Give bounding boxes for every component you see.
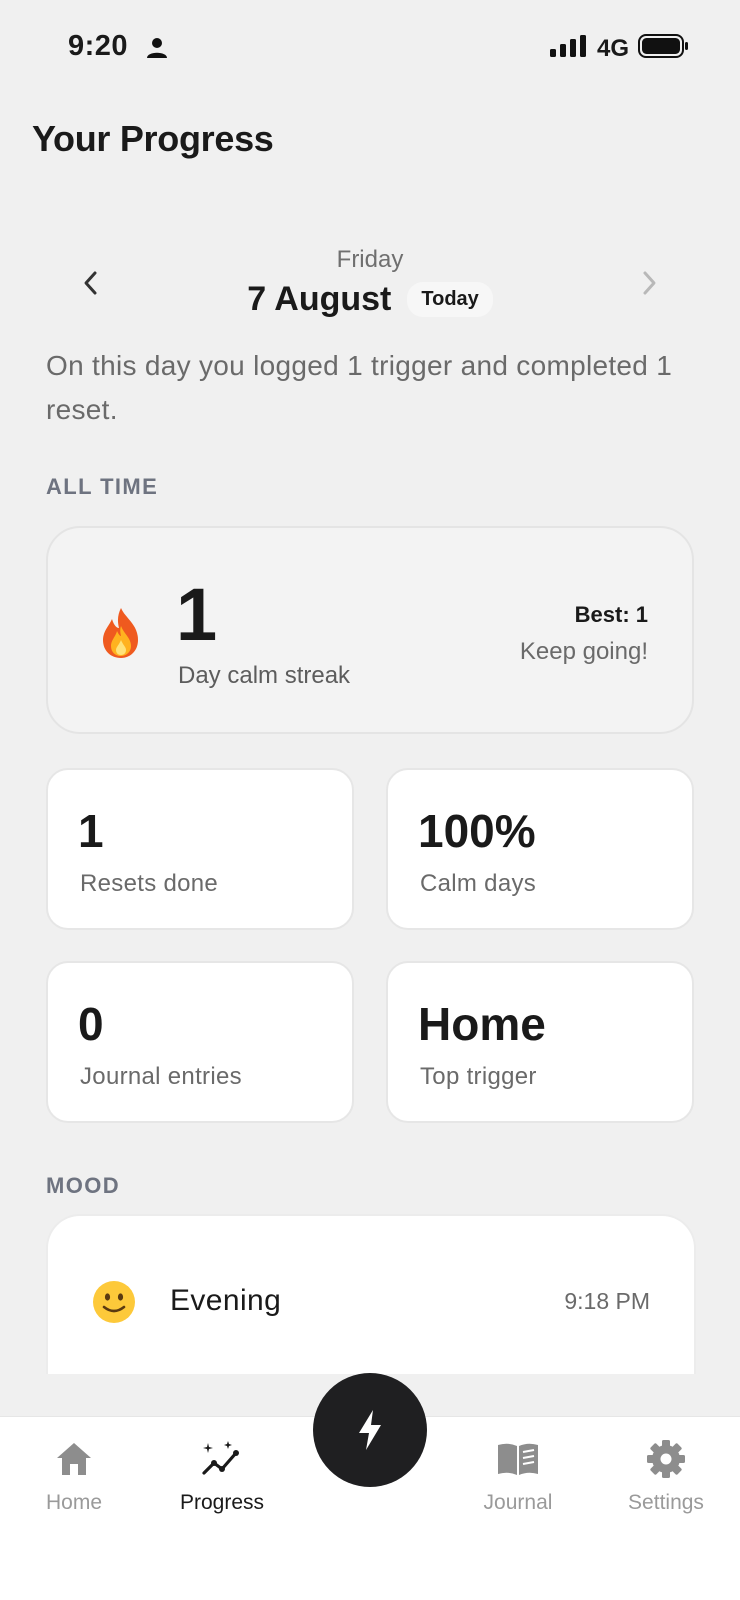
house-icon <box>4 1437 144 1481</box>
person-icon <box>146 37 168 64</box>
stat-label: Calm days <box>420 870 537 897</box>
stat-card-resets: 1 Resets done <box>46 768 354 930</box>
stat-card-journal-entries: 0 Journal entries <box>46 961 354 1123</box>
date-row: 7 August Today <box>0 280 740 319</box>
status-indicators: 4G <box>549 34 690 63</box>
tab-label: Home <box>45 1491 103 1514</box>
streak-card: 1 Day calm streak Best: 1 Keep going! <box>46 526 694 734</box>
tab-home[interactable]: Home <box>4 1437 144 1527</box>
tab-settings[interactable]: Settings <box>596 1437 736 1527</box>
day-summary: On this day you logged 1 trigger and com… <box>46 350 673 425</box>
sparkle-chart-icon <box>152 1437 292 1481</box>
tab-label: Settings <box>628 1491 704 1514</box>
date-navigator: Friday 7 August Today <box>0 240 740 330</box>
stat-label: Resets done <box>80 870 219 897</box>
status-time: 9:20 <box>68 30 129 62</box>
signal-icon <box>549 35 588 62</box>
tab-journal[interactable]: Journal <box>448 1437 588 1527</box>
stat-value: 0 <box>78 998 104 1050</box>
lightning-bolt-icon <box>359 1410 381 1450</box>
network-type: 4G <box>596 34 629 62</box>
stat-value: 1 <box>78 805 104 857</box>
tab-label: Progress <box>179 1491 265 1514</box>
gear-icon <box>596 1437 736 1481</box>
stat-value: Home <box>418 998 546 1050</box>
stat-label: Top trigger <box>420 1063 537 1090</box>
section-label-all-time: ALL TIME <box>46 474 159 499</box>
stat-card-top-trigger: Home Top trigger <box>386 961 694 1123</box>
today-badge: Today <box>407 282 493 317</box>
streak-count: 1 <box>176 573 218 656</box>
stat-card-calm-days: 100% Calm days <box>386 768 694 930</box>
page-title: Your Progress <box>32 118 274 159</box>
quick-reset-button[interactable] <box>313 1373 427 1487</box>
best-streak: Best: 1 <box>574 602 648 627</box>
stat-value: 100% <box>418 805 536 857</box>
selected-date: 7 August <box>247 280 392 318</box>
slightly-smiling-face-icon <box>92 1280 136 1329</box>
tab-label: Journal <box>483 1491 553 1514</box>
battery-icon <box>638 34 690 63</box>
tab-progress[interactable]: Progress <box>152 1437 292 1527</box>
streak-message: Keep going! <box>519 638 648 665</box>
status-bar: 9:20 4G <box>0 0 740 100</box>
chevron-right-icon <box>643 271 656 295</box>
mood-entry-name: Evening <box>170 1284 282 1317</box>
book-icon <box>448 1437 588 1481</box>
section-label-mood: MOOD <box>46 1173 121 1198</box>
streak-label: Day calm streak <box>178 662 351 689</box>
day-of-week: Friday <box>336 246 404 273</box>
stat-label: Journal entries <box>80 1063 242 1090</box>
mood-entry[interactable]: Evening 9:18 PM <box>46 1214 696 1374</box>
next-day-button[interactable] <box>638 268 662 298</box>
mood-entry-time: 9:18 PM <box>564 1288 650 1314</box>
flame-icon <box>98 606 144 665</box>
